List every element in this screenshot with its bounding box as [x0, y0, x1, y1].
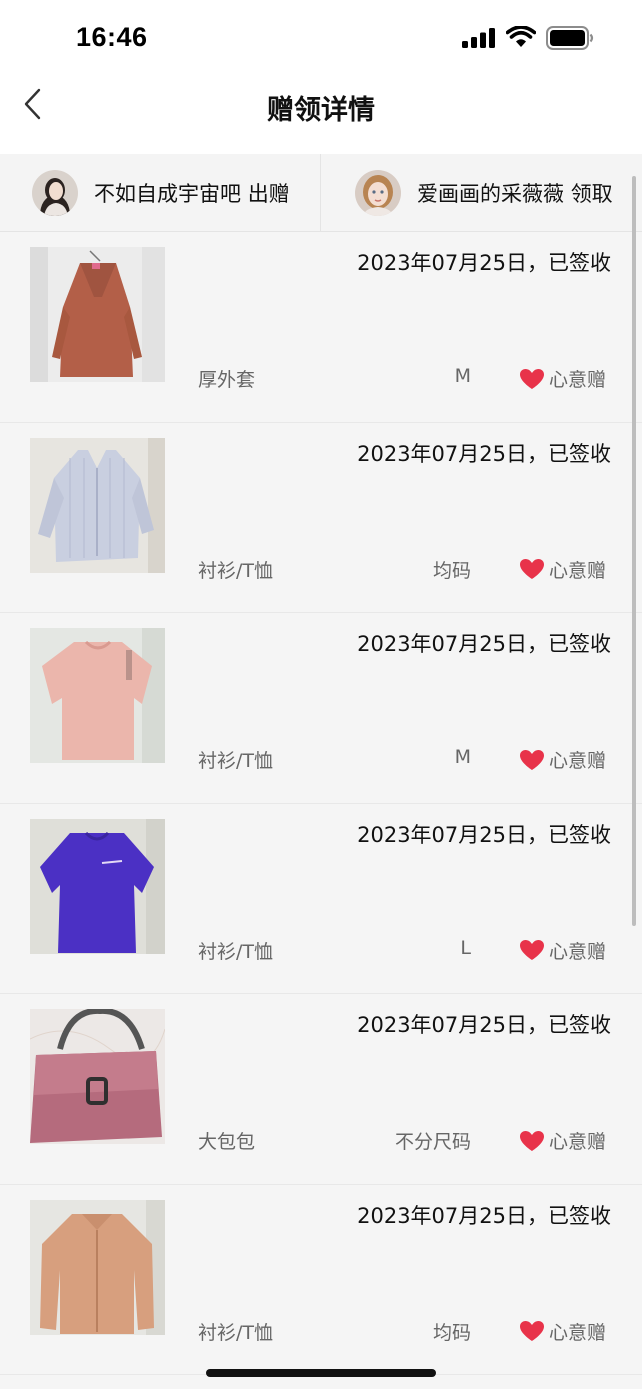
item-size: M [454, 746, 471, 768]
item-date: 2023年07月25日，已签收 [357, 632, 611, 656]
party-header: 不如自成宇宙吧 出赠 爱画画的采薇薇 领取 [0, 154, 642, 232]
item-tag-label: 心意赠 [549, 1131, 607, 1153]
item-date: 2023年07月25日，已签收 [357, 1013, 611, 1037]
item-tag-label: 心意赠 [549, 750, 607, 772]
receiver-name: 爱画画的采薇薇 [417, 182, 564, 206]
item-tag: 心意赠 [519, 556, 606, 583]
giver-action: 出赠 [247, 182, 290, 206]
heart-icon [520, 1321, 544, 1341]
item-date: 2023年07月25日，已签收 [357, 251, 611, 275]
item-thumbnail[interactable] [30, 1199, 165, 1335]
list-item[interactable]: 2023年07月25日，已签收 厚外套 M 心意赠 [0, 232, 642, 423]
item-date: 2023年07月25日，已签收 [357, 1203, 611, 1228]
item-thumbnail[interactable] [30, 628, 165, 763]
list-item[interactable]: 2023年07月25日，已签收 衬衫/T恤 均码 心意赠 [0, 1184, 642, 1375]
item-category: 衬衫/T恤 [198, 1321, 274, 1344]
receiver-avatar[interactable] [355, 170, 401, 216]
giver-name: 不如自成宇宙吧 [94, 182, 241, 206]
item-thumbnail[interactable] [30, 437, 165, 573]
list-item[interactable]: 2023年07月25日，已签收 衬衫/T恤 M 心意赠 [0, 613, 642, 804]
item-tag-label: 心意赠 [549, 559, 607, 582]
item-size: 均码 [432, 1321, 471, 1344]
item-category: 大包包 [198, 1131, 256, 1153]
item-tag-label: 心意赠 [549, 940, 607, 963]
item-thumbnail[interactable] [30, 247, 165, 382]
item-date: 2023年07月25日，已签收 [357, 441, 611, 466]
item-tag-label: 心意赠 [549, 1321, 607, 1344]
item-tag-label: 心意赠 [549, 369, 607, 391]
battery-icon [546, 26, 594, 50]
item-category: 衬衫/T恤 [198, 750, 274, 772]
giver-text: 不如自成宇宙吧 出赠 [94, 178, 290, 208]
list-item[interactable]: 2023年07月25日，已签收 衬衫/T恤 L 心意赠 [0, 803, 642, 994]
giver-avatar[interactable] [32, 170, 78, 216]
wifi-icon [506, 26, 536, 47]
signal-icon [462, 28, 495, 48]
item-tag: 心意赠 [519, 1127, 606, 1154]
heart-icon [520, 749, 544, 770]
nav-bar: 赠领详情 [0, 70, 642, 154]
scrollbar[interactable] [632, 176, 636, 926]
status-bar: 16:46 [0, 0, 642, 70]
item-category: 衬衫/T恤 [198, 940, 274, 963]
receiver-action: 领取 [570, 182, 613, 206]
heart-icon [520, 1130, 544, 1151]
item-date: 2023年07月25日，已签收 [357, 822, 611, 847]
item-category: 厚外套 [198, 369, 256, 391]
item-thumbnail[interactable] [30, 818, 165, 954]
item-size: L [460, 936, 471, 959]
item-size: 不分尺码 [394, 1131, 471, 1153]
item-thumbnail[interactable] [30, 1009, 165, 1144]
item-tag: 心意赠 [519, 937, 606, 964]
receiver-info[interactable]: 爱画画的采薇薇 领取 [355, 154, 635, 232]
item-category: 衬衫/T恤 [198, 559, 274, 582]
heart-icon [520, 559, 544, 579]
donation-list: 2023年07月25日，已签收 厚外套 M 心意赠 2023年07月25日，已签… [0, 232, 642, 1375]
list-item[interactable]: 2023年07月25日，已签收 大包包 不分尺码 心意赠 [0, 994, 642, 1185]
item-tag: 心意赠 [519, 1318, 606, 1345]
giver-info[interactable]: 不如自成宇宙吧 出赠 [32, 154, 320, 232]
item-tag: 心意赠 [519, 746, 606, 773]
status-time: 16:46 [76, 22, 148, 52]
party-divider [320, 154, 321, 232]
page-title: 赠领详情 [267, 95, 375, 126]
receiver-text: 爱画画的采薇薇 领取 [417, 178, 613, 208]
heart-icon [520, 368, 544, 389]
item-size: M [454, 365, 471, 387]
item-size: 均码 [432, 559, 471, 582]
list-item[interactable]: 2023年07月25日，已签收 衬衫/T恤 均码 心意赠 [0, 422, 642, 613]
heart-icon [520, 940, 544, 960]
home-indicator[interactable] [206, 1369, 436, 1377]
item-tag: 心意赠 [519, 365, 606, 392]
